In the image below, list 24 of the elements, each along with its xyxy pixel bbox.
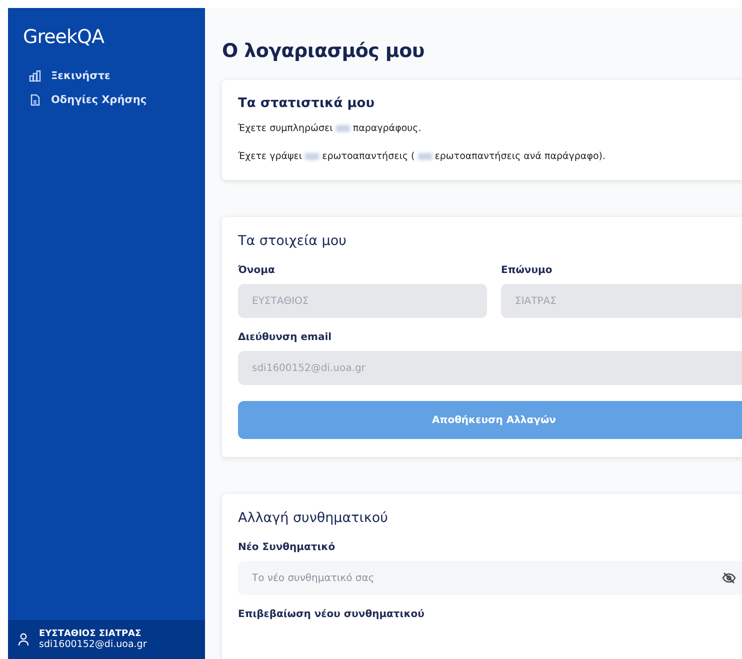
redacted-mark	[305, 152, 320, 160]
bar-chart-icon	[29, 70, 41, 82]
nav-item[interactable]: Οδηγίες Χρήσης	[29, 94, 205, 106]
redacted-mark	[418, 152, 432, 160]
document-icon	[29, 94, 41, 106]
app-logo: GreekQA	[22, 25, 106, 48]
field-label: Όνομα	[238, 265, 276, 276]
redacted-mark	[336, 124, 350, 132]
user-icon	[18, 633, 29, 646]
input-field[interactable]: Το νέο συνθηματικό σας	[238, 561, 742, 595]
card-title: Τα στοιχεία μου	[238, 233, 348, 249]
nav-item[interactable]: Ξεκινήστε	[29, 70, 205, 82]
eye-slash-icon[interactable]	[722, 572, 736, 584]
card-title: Τα στατιστικά μου	[238, 96, 376, 111]
field-label: Διεύθυνση email	[238, 332, 333, 343]
field-label: Νέο Συνθηματικό	[238, 542, 336, 553]
field-label: Επώνυμο	[501, 265, 554, 276]
page-title: Ο λογαριασμός μου	[222, 40, 426, 62]
user-email: sdi1600152@di.uoa.gr	[39, 639, 147, 650]
stats-sentence: Έχετε συμπληρώσει παραγράφους.	[238, 123, 422, 134]
card-title: Αλλαγή συνθηματικού	[238, 510, 389, 526]
user-name: ΕΥΣΤΑΘΙΟΣ ΣΙΑΤΡΑΣ	[39, 629, 142, 639]
stats-sentence: Έχετε γράψει ερωτοαπαντήσεις ( ερωτοαπαντήσεις ανά παράγραφο).	[238, 151, 607, 162]
field-label: Επιβεβαίωση νέου συνθηματικού	[238, 609, 426, 620]
